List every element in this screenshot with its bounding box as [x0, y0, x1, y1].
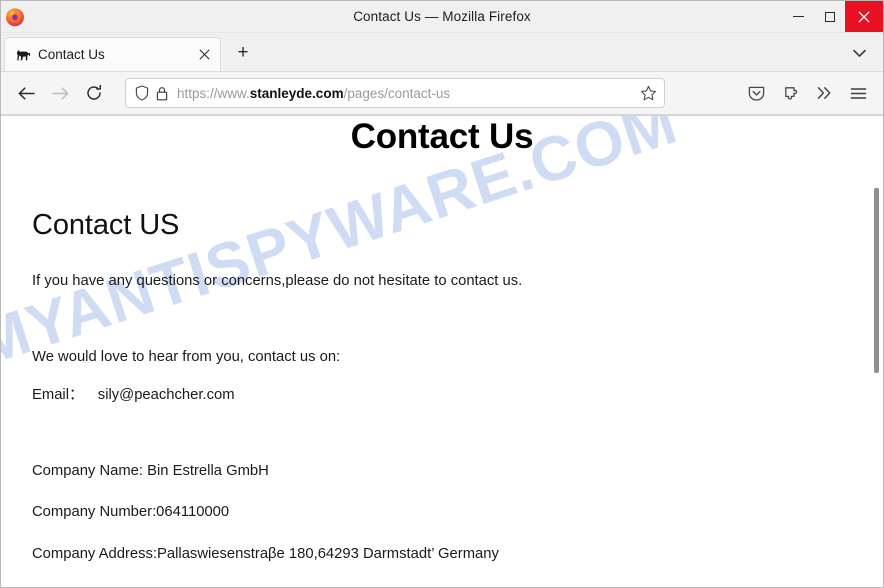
page-body: Contact Us Contact US If you have any qu…: [1, 116, 883, 564]
url-path: /pages/contact-us: [343, 85, 451, 101]
page-content: MYANTISPYWARE.COM Contact Us Contact US …: [1, 115, 883, 587]
tab-title: Contact Us: [38, 47, 105, 62]
overflow-menu-button[interactable]: [807, 77, 841, 109]
company-address-line: Company Address:Pallaswiesenstraβe 180,6…: [32, 545, 499, 562]
arrow-right-icon: [51, 86, 68, 100]
app-menu-button[interactable]: [841, 77, 875, 109]
window-controls: [783, 1, 883, 32]
close-icon: [198, 49, 210, 60]
url-host: stanleyde.com: [249, 85, 344, 101]
back-button[interactable]: [9, 77, 43, 109]
tab-strip: Contact Us +: [1, 33, 883, 72]
shield-icon[interactable]: [135, 85, 149, 101]
pocket-save-button[interactable]: [739, 77, 773, 109]
title-bar: Contact Us — Mozilla Firefox: [1, 1, 883, 33]
minimize-icon: [793, 15, 804, 18]
url-text: https://www.stanleyde.com/pages/contact-…: [177, 86, 636, 101]
padlock-icon[interactable]: [156, 86, 168, 101]
bookmark-star-icon[interactable]: [640, 85, 657, 102]
extensions-button[interactable]: [773, 77, 807, 109]
navigation-toolbar: https://www.stanleyde.com/pages/contact-…: [1, 72, 883, 115]
browser-window: Contact Us — Mozilla Firefox Contact Us …: [0, 0, 884, 588]
section-heading: Contact US: [32, 209, 180, 241]
overflow-chevrons-icon: [817, 87, 830, 99]
site-favicon-animal-icon: [15, 47, 31, 63]
maximize-icon: [824, 11, 835, 22]
forward-button[interactable]: [43, 77, 77, 109]
close-icon: [858, 11, 870, 22]
paragraph-questions: If you have any questions or concerns,pl…: [32, 273, 523, 289]
tab-close-button[interactable]: [194, 45, 214, 65]
url-scheme: https://www.: [177, 85, 250, 101]
company-name-line: Company Name: Bin Estrella GmbH: [32, 463, 269, 480]
close-window-button[interactable]: [845, 1, 883, 32]
paragraph-contact-invite: We would love to hear from you, contact …: [32, 348, 341, 365]
window-title: Contact Us — Mozilla Firefox: [353, 9, 531, 24]
page-title: Contact Us: [350, 117, 534, 156]
browser-tab[interactable]: Contact Us: [4, 37, 221, 71]
email-value: sily@peachcher.com: [97, 387, 235, 404]
reload-icon: [87, 84, 102, 100]
extensions-puzzle-icon: [784, 86, 797, 100]
minimize-button[interactable]: [783, 1, 814, 32]
chevron-down-icon: [852, 49, 866, 57]
hamburger-menu-icon: [850, 87, 866, 99]
plus-icon: +: [237, 42, 249, 63]
firefox-logo-icon: [6, 7, 24, 26]
maximize-button[interactable]: [814, 1, 845, 32]
page-scrollbar[interactable]: [868, 116, 883, 587]
list-all-tabs-button[interactable]: [845, 40, 873, 66]
toolbar-right-icons: [739, 77, 875, 109]
scrollbar-thumb[interactable]: [874, 188, 879, 373]
email-line: Email： sily@peachcher.com: [1, 367, 883, 406]
url-bar[interactable]: https://www.stanleyde.com/pages/contact-…: [125, 78, 665, 108]
company-number-line: Company Number:064110000: [32, 503, 230, 520]
new-tab-button[interactable]: +: [227, 37, 259, 69]
reload-button[interactable]: [77, 77, 111, 109]
pocket-save-icon: [748, 86, 764, 101]
email-label: Email：: [32, 387, 84, 404]
arrow-left-icon: [18, 86, 35, 100]
